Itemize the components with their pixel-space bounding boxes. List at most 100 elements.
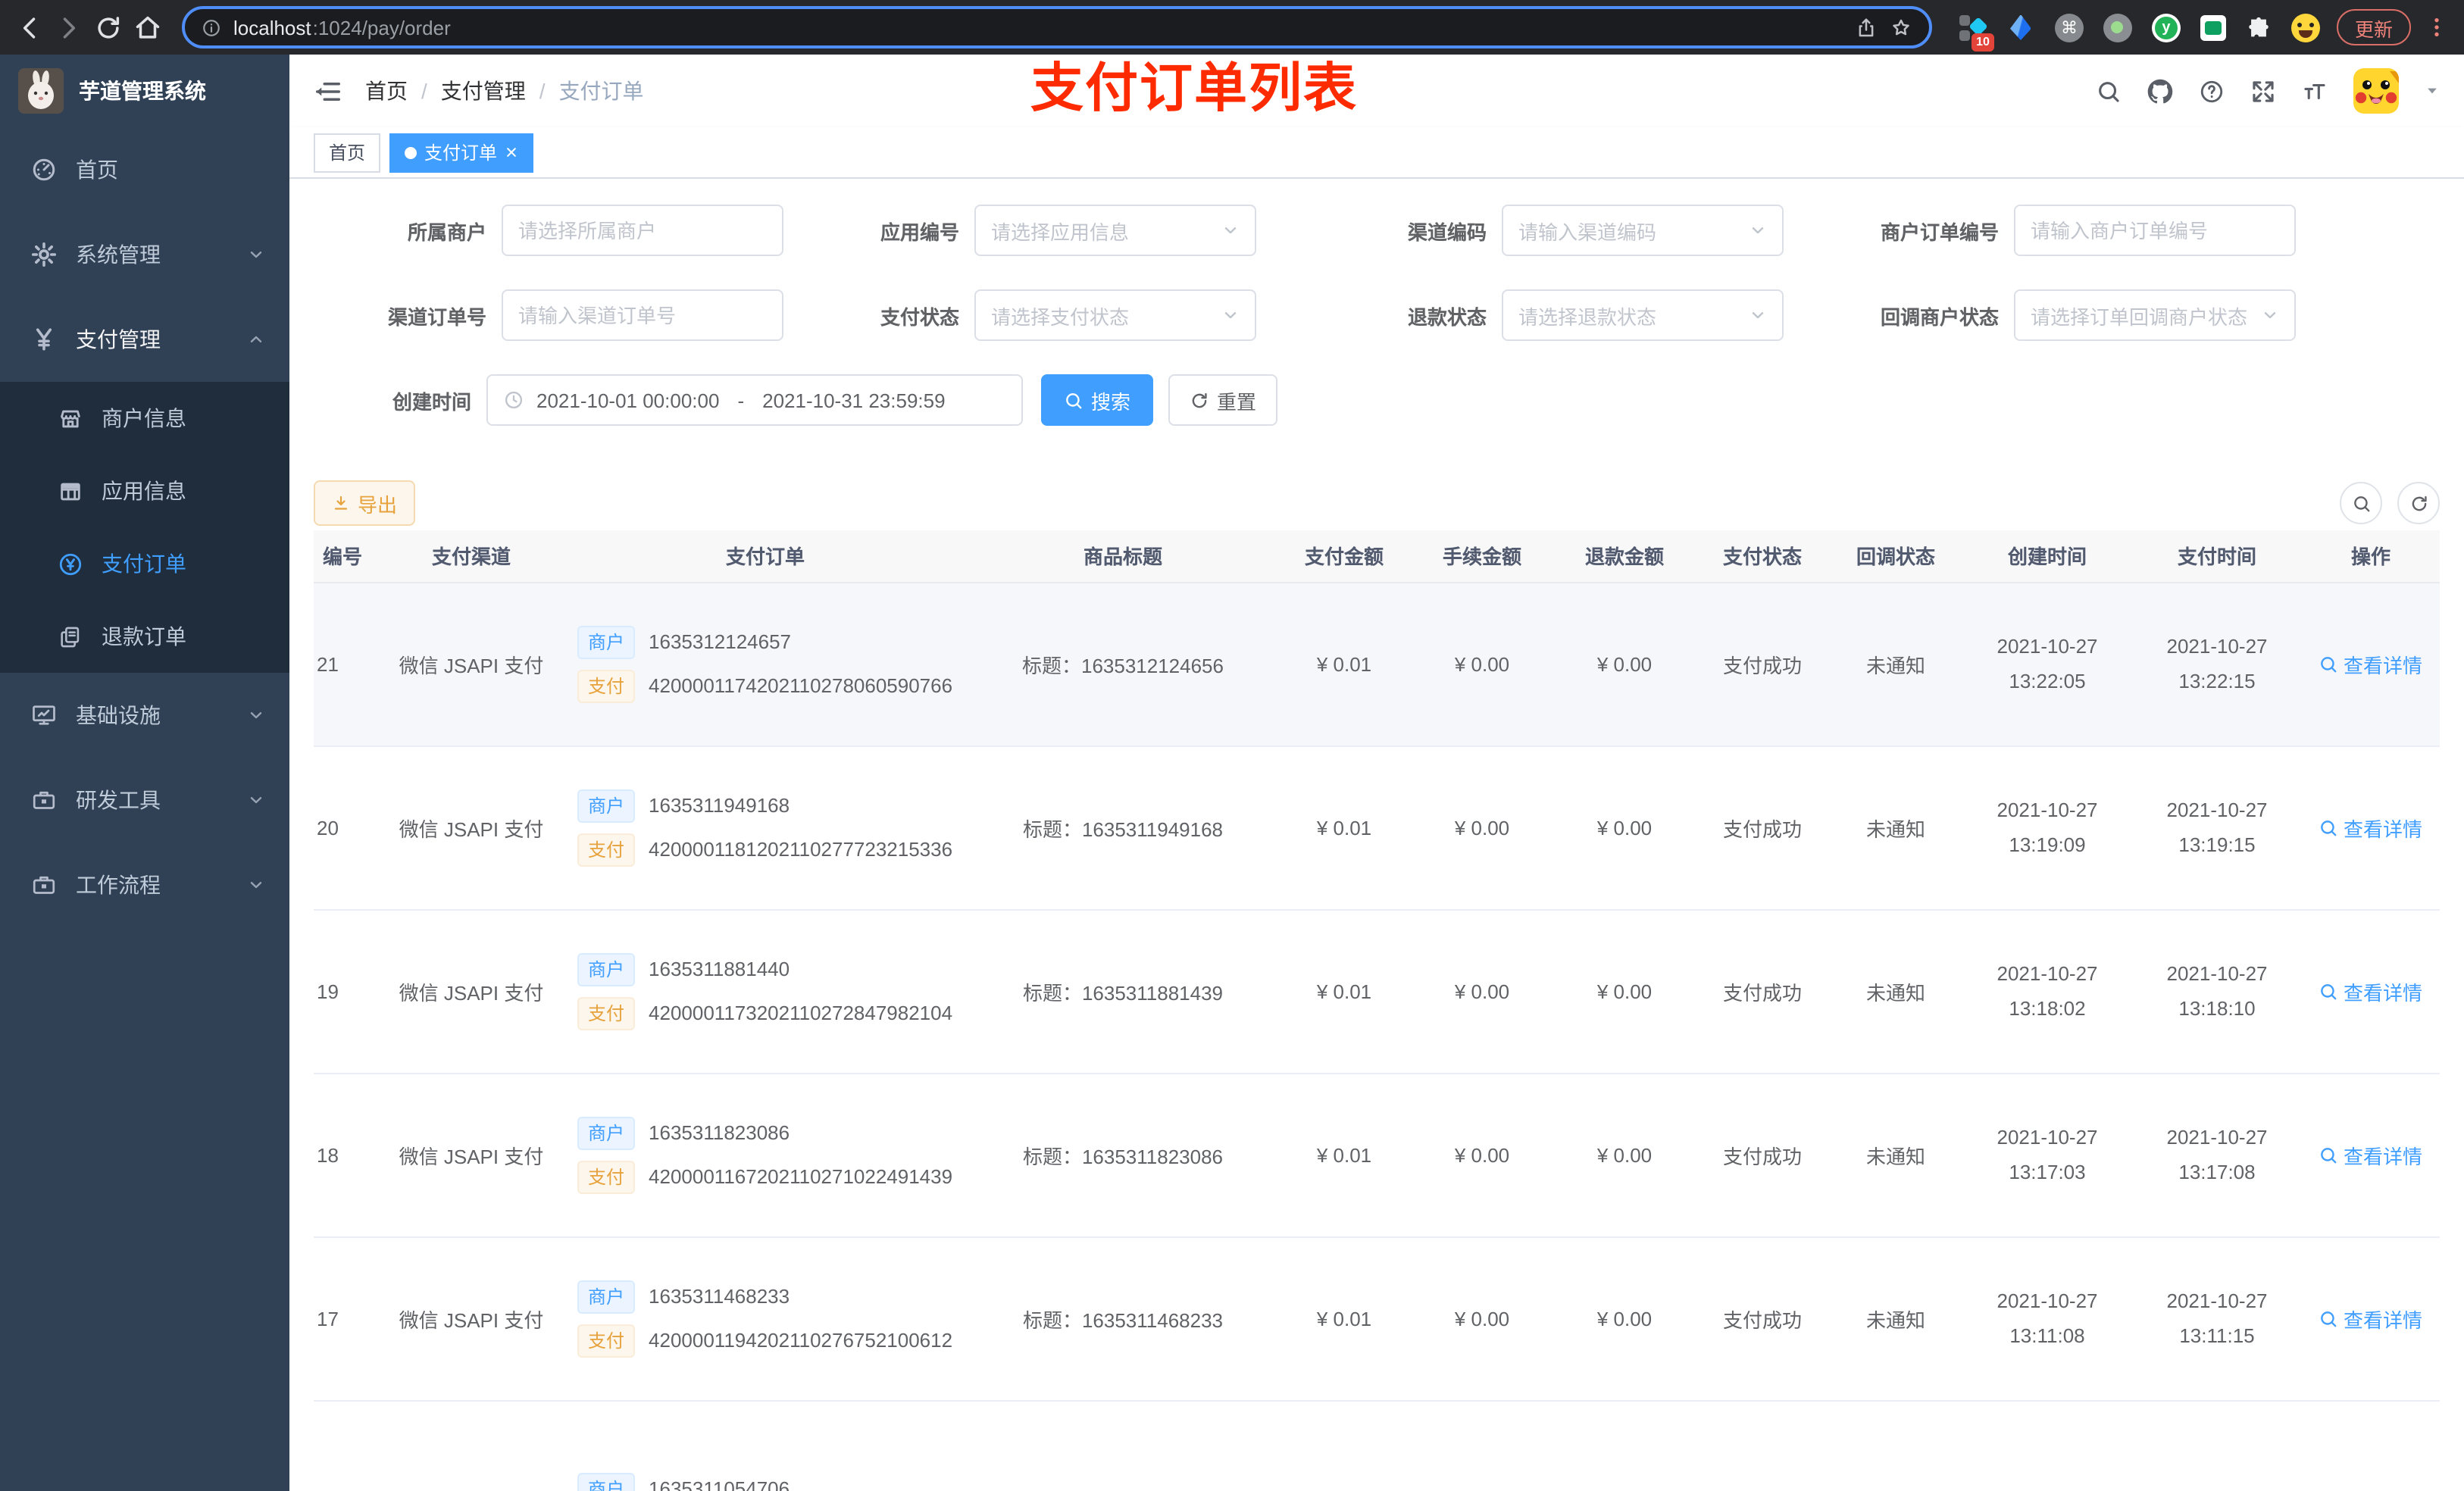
view-detail-link[interactable]: 查看详情 — [2319, 649, 2422, 678]
sidebar-item-merchant-info[interactable]: 商户信息 — [0, 382, 289, 455]
tab-pay-order[interactable]: 支付订单 — [389, 133, 534, 172]
caret-down-icon[interactable] — [2425, 83, 2440, 98]
collapse-sidebar-icon[interactable] — [314, 77, 342, 105]
tags-view: 首页 支付订单 — [289, 127, 2464, 179]
yudao-extension-icon[interactable]: y — [2151, 13, 2181, 42]
site-info-icon[interactable] — [202, 17, 221, 37]
shop-icon — [58, 405, 83, 431]
extensions-area: 10 ⌘ y — [1958, 13, 2320, 51]
search-button[interactable]: 搜索 — [1041, 374, 1154, 426]
sidebar-item-devtools[interactable]: 研发工具 — [0, 758, 289, 842]
sidebar-item-pay[interactable]: 支付管理 — [0, 297, 289, 382]
date-range-picker[interactable]: 2021-10-01 00:00:00 - 2021-10-31 23:59:5… — [486, 374, 1023, 426]
forward-icon[interactable] — [55, 13, 83, 42]
reset-button[interactable]: 重置 — [1168, 374, 1278, 426]
github-icon[interactable] — [2147, 78, 2173, 104]
pay-tag: 支付 — [577, 669, 636, 702]
refresh-table-button[interactable] — [2397, 482, 2440, 524]
magnifier-icon — [2319, 1308, 2339, 1328]
url-path: :1024/pay/order — [312, 16, 451, 39]
fullscreen-icon[interactable] — [2250, 78, 2276, 104]
refresh-icon — [2409, 493, 2428, 513]
page-content: 所属商户 应用编号 请选择应用信息 渠道编码 请输入渠道编码 商户订单编号 — [289, 179, 2464, 1491]
breadcrumb-current: 支付订单 — [558, 79, 644, 103]
breadcrumb-home[interactable]: 首页 — [365, 76, 408, 106]
table-row[interactable]: 19 微信 JSAPI 支付 商户 1635311881440 支付 4200001… — [314, 909, 2440, 1074]
chevron-down-icon — [1749, 306, 1767, 324]
pay-tag: 支付 — [577, 1324, 636, 1357]
command-extension-icon[interactable]: ⌘ — [2054, 13, 2084, 42]
toggle-search-button[interactable] — [2340, 482, 2382, 524]
filter-label-app: 应用编号 — [880, 220, 959, 243]
table-row[interactable]: 18 微信 JSAPI 支付 商户 1635311823086 支付 4200001… — [314, 1073, 2440, 1237]
sketch-extension-icon[interactable] — [2006, 13, 2035, 42]
notify-status: 未通知 — [1829, 909, 1962, 1074]
avatar[interactable] — [2353, 68, 2399, 114]
breadcrumb-pay[interactable]: 支付管理 — [441, 76, 526, 106]
filter-row-2: 渠道订单号 支付状态 请选择支付状态 退款状态 请选择退款状态 回调商户状态 请… — [314, 289, 2440, 341]
filter-label-channel-code: 渠道编码 — [1407, 220, 1487, 243]
yen-icon — [30, 326, 58, 353]
merchant-tag: 商户 — [577, 625, 636, 658]
tab-home[interactable]: 首页 — [314, 133, 381, 172]
filter-label-create-time: 创建时间 — [392, 390, 471, 413]
sidebar-item-workflow[interactable]: 工作流程 — [0, 842, 289, 927]
sidebar-item-refund-order[interactable]: 退款订单 — [0, 600, 289, 673]
merchant-order-no-wrap — [2014, 205, 2296, 256]
app-logo-row[interactable]: 芋道管理系统 — [0, 55, 289, 127]
export-button[interactable]: 导出 — [314, 480, 416, 526]
view-detail-link[interactable]: 查看详情 — [2319, 977, 2422, 1005]
chat-extension-icon[interactable] — [2200, 14, 2226, 40]
font-size-icon[interactable] — [2302, 78, 2328, 104]
url-host: localhost — [233, 16, 311, 39]
yen-circle-icon — [58, 551, 83, 577]
download-icon — [332, 494, 350, 512]
help-icon[interactable] — [2199, 78, 2225, 104]
sidebar-item-home[interactable]: 首页 — [0, 127, 289, 212]
screen: localhost:1024/pay/order 10 ⌘ y 更新 芋道管理… — [0, 0, 2464, 1491]
pay-tag: 支付 — [577, 1160, 636, 1193]
merchant-input[interactable] — [518, 219, 767, 242]
table-row[interactable]: 21 微信 JSAPI 支付 商户 1635312124657 支付 4200001… — [314, 582, 2440, 746]
channel-code-select[interactable]: 请输入渠道编码 — [1502, 205, 1784, 256]
emoji-extension-icon[interactable] — [2290, 13, 2320, 42]
sidebar-item-system[interactable]: 系统管理 — [0, 212, 289, 297]
sidebar-item-app-info[interactable]: 应用信息 — [0, 455, 289, 527]
table-row[interactable]: 20 微信 JSAPI 支付 商户 1635311949168 支付 4200001… — [314, 746, 2440, 910]
channel-order-no-wrap — [502, 289, 783, 341]
bookmark-star-icon[interactable] — [1890, 16, 1912, 39]
view-detail-link[interactable]: 查看详情 — [2319, 813, 2422, 842]
pay-status-select[interactable]: 请选择支付状态 — [974, 289, 1256, 341]
notify-status: 未通知 — [1829, 582, 1962, 746]
clock-icon — [503, 389, 524, 411]
reload-icon[interactable] — [94, 13, 123, 42]
share-icon[interactable] — [1855, 16, 1878, 39]
address-bar[interactable]: localhost:1024/pay/order — [182, 6, 1932, 48]
browser-update-button[interactable]: 更新 — [2336, 9, 2411, 45]
table-row-partial[interactable]: 商户 1635311054706 — [314, 1400, 2440, 1491]
view-detail-link[interactable]: 查看详情 — [2319, 1140, 2422, 1169]
recorder-extension-icon[interactable] — [2103, 13, 2132, 42]
sidebar-item-pay-order[interactable]: 支付订单 — [0, 527, 289, 600]
gear-icon — [30, 241, 58, 268]
magnifier-icon — [2319, 1145, 2339, 1164]
puzzle-extensions-icon[interactable] — [2246, 14, 2272, 40]
pay-status: 支付成功 — [1696, 582, 1829, 746]
sidebar-item-infra[interactable]: 基础设施 — [0, 673, 289, 758]
browser-menu-icon[interactable] — [2425, 15, 2449, 39]
search-icon[interactable] — [2096, 78, 2122, 104]
home-icon[interactable] — [133, 13, 162, 42]
channel-order-no-input[interactable] — [518, 304, 767, 327]
close-icon[interactable] — [505, 145, 518, 159]
back-icon[interactable] — [15, 13, 44, 42]
workflow-extension-icon[interactable]: 10 — [1958, 13, 1994, 51]
notify-status-select[interactable]: 请选择订单回调商户状态 — [2014, 289, 2296, 341]
refund-status-select[interactable]: 请选择退款状态 — [1502, 289, 1784, 341]
app-select[interactable]: 请选择应用信息 — [974, 205, 1256, 256]
chevron-down-icon — [1221, 221, 1240, 239]
merchant-order-no-input[interactable] — [2031, 219, 2279, 242]
merchant-tag: 商户 — [577, 789, 636, 822]
view-detail-link[interactable]: 查看详情 — [2319, 1304, 2422, 1333]
annotation-title: 支付订单列表 — [1030, 59, 1359, 118]
table-row[interactable]: 17 微信 JSAPI 支付 商户 1635311468233 支付 4200001… — [314, 1236, 2440, 1401]
